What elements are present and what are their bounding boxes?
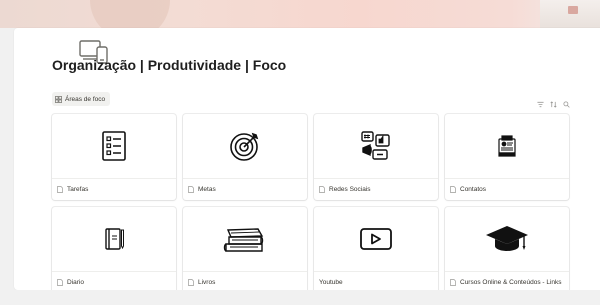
- card-cover: [52, 114, 176, 179]
- gallery-icon: [55, 95, 62, 103]
- gallery-card[interactable]: Youtube: [314, 207, 438, 293]
- card-label: Redes Sociais: [329, 186, 371, 193]
- card-cover: [183, 207, 307, 272]
- card-label: Youtube: [319, 279, 343, 286]
- card-title: Livros: [188, 279, 215, 286]
- card-cover: [52, 207, 176, 272]
- checklist-icon: [102, 131, 126, 161]
- card-label: Metas: [198, 186, 216, 193]
- contact-card-icon: [498, 135, 516, 157]
- card-title: Tarefas: [57, 186, 88, 193]
- card-title: Redes Sociais: [319, 186, 371, 193]
- page-icon: [57, 186, 63, 193]
- card-label: Tarefas: [67, 186, 89, 193]
- page-icon: [319, 186, 325, 193]
- database-toolbar: [537, 95, 570, 108]
- card-label: Diario: [67, 279, 84, 286]
- card-label: Livros: [198, 279, 216, 286]
- gallery-card[interactable]: Cursos Online & Conteúdos - Links: [445, 207, 569, 293]
- search-icon[interactable]: [563, 95, 570, 108]
- page-icon: [188, 279, 194, 286]
- journal-icon: [105, 228, 124, 250]
- card-cover: [183, 114, 307, 179]
- page-icon: [57, 279, 63, 286]
- play-button-icon: [360, 228, 392, 250]
- card-title: Cursos Online & Conteúdos - Links: [450, 279, 562, 286]
- social-media-icon: [361, 131, 390, 160]
- cover-photo: [540, 0, 600, 28]
- page-icon: [450, 279, 456, 286]
- page-icon: [188, 186, 194, 193]
- card-title: Metas: [188, 186, 216, 193]
- graduation-cap-icon: [486, 226, 528, 251]
- card-cover: [314, 114, 438, 179]
- filter-icon[interactable]: [537, 95, 544, 108]
- card-title: Youtube: [319, 279, 343, 286]
- cover-image[interactable]: [0, 0, 600, 28]
- books-icon: [223, 228, 264, 252]
- card-title: Contatos: [450, 186, 486, 193]
- gallery-card[interactable]: Diario: [52, 207, 176, 293]
- view-tab-label: Áreas de foco: [65, 95, 106, 103]
- card-title: Diario: [57, 279, 84, 286]
- sort-icon[interactable]: [550, 95, 557, 108]
- page-title[interactable]: Organização | Produtividade | Foco: [52, 57, 286, 73]
- page-icon: [450, 186, 456, 193]
- target-icon: [230, 132, 259, 161]
- card-label: Cursos Online & Conteúdos - Links: [460, 279, 562, 286]
- cover-decoration: [90, 0, 170, 28]
- card-cover: [445, 114, 569, 179]
- gallery-card[interactable]: Tarefas: [52, 114, 176, 200]
- page-bottom-edge: [0, 290, 600, 305]
- gallery-card[interactable]: Redes Sociais: [314, 114, 438, 200]
- card-label: Contatos: [460, 186, 487, 193]
- card-cover: [445, 207, 569, 272]
- gallery-card[interactable]: Metas: [183, 114, 307, 200]
- gallery-card[interactable]: Contatos: [445, 114, 569, 200]
- card-cover: [314, 207, 438, 272]
- gallery-card[interactable]: Livros: [183, 207, 307, 293]
- database-view-tab[interactable]: Áreas de foco: [52, 92, 111, 106]
- gallery-grid: Tarefas Metas Redes Sociais Contatos Dia…: [52, 114, 569, 293]
